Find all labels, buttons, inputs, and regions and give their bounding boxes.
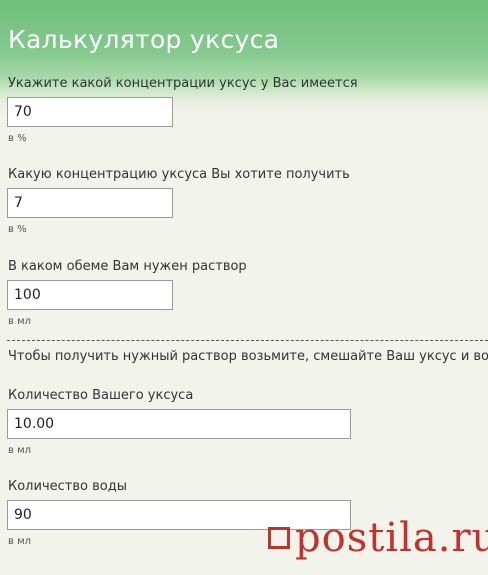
- concentration-have-input[interactable]: [7, 97, 173, 127]
- concentration-have-label: Укажите какой концентрации уксус у Вас и…: [8, 76, 358, 91]
- watermark-logo: postila.ru: [268, 518, 488, 558]
- water-amount-unit: в мл: [8, 536, 32, 547]
- concentration-want-unit: в %: [8, 224, 27, 235]
- watermark-text: postila.ru: [295, 515, 488, 561]
- section-divider: [7, 340, 488, 341]
- watermark-square-icon: [268, 527, 290, 549]
- vinegar-amount-unit: в мл: [8, 445, 32, 456]
- volume-label: В каком обеме Вам нужен раствор: [8, 259, 247, 274]
- concentration-want-label: Какую концентрацию уксуса Вы хотите полу…: [8, 167, 350, 182]
- vinegar-amount-label: Количество Вашего уксуса: [8, 388, 194, 403]
- water-amount-label: Количество воды: [8, 479, 127, 494]
- vinegar-amount-output[interactable]: [7, 409, 351, 439]
- concentration-have-unit: в %: [8, 133, 27, 144]
- concentration-want-input[interactable]: [7, 188, 173, 218]
- result-intro-text: Чтобы получить нужный раствор возьмите, …: [8, 349, 488, 364]
- volume-unit: в мл: [8, 316, 32, 327]
- volume-input[interactable]: [7, 280, 173, 310]
- page-title: Калькулятор уксуса: [8, 25, 280, 54]
